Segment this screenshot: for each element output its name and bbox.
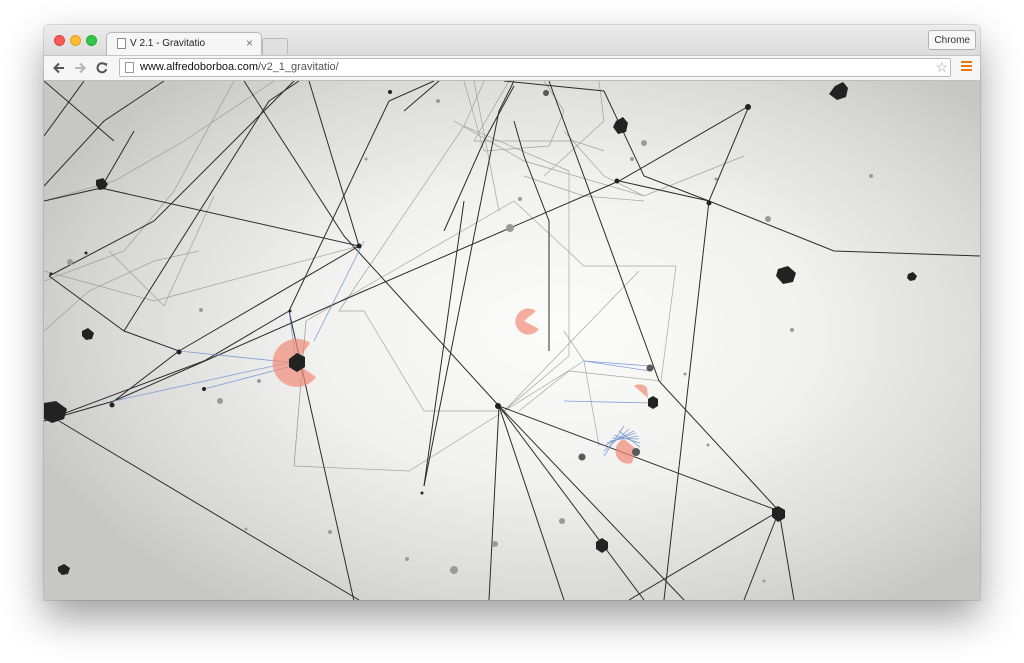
url-text: www.alfredoborboa.com/v2_1_gravitatio/ — [140, 61, 339, 73]
profile-button[interactable]: Chrome — [928, 30, 976, 50]
faint-lines — [44, 81, 745, 472]
minimize-window-button[interactable] — [70, 35, 81, 46]
network-nodes — [44, 82, 917, 575]
network-edges — [44, 81, 980, 600]
tab-active[interactable]: V 2.1 - Gravitatio × — [106, 32, 262, 56]
close-window-button[interactable] — [54, 35, 65, 46]
navigation-toolbar: www.alfredoborboa.com/v2_1_gravitatio/ ☆ — [44, 55, 980, 81]
grey-nodes — [543, 90, 654, 461]
tab-title: V 2.1 - Gravitatio — [130, 38, 206, 49]
url-host: www.alfredoborboa.com — [140, 61, 259, 73]
address-bar[interactable]: www.alfredoborboa.com/v2_1_gravitatio/ ☆ — [119, 58, 951, 77]
maximize-window-button[interactable] — [86, 35, 97, 46]
back-arrow-icon[interactable] — [51, 60, 67, 76]
new-tab-button[interactable] — [262, 38, 288, 54]
reload-icon[interactable] — [94, 60, 110, 76]
url-path: /v2_1_gravitatio/ — [258, 61, 339, 73]
bookmark-star-icon[interactable]: ☆ — [935, 60, 948, 75]
attractor-blob — [515, 308, 539, 335]
particles — [67, 90, 873, 583]
browser-window: V 2.1 - Gravitatio × Chrome www.alfredob… — [44, 25, 980, 600]
hamburger-menu-icon[interactable] — [961, 61, 972, 72]
gravitatio-canvas[interactable] — [44, 81, 980, 600]
page-document-icon — [117, 38, 126, 49]
tab-close-icon[interactable]: × — [246, 36, 253, 50]
attractor-blob — [634, 384, 648, 398]
blue-connections — [113, 240, 651, 457]
network-visualization — [44, 81, 980, 600]
title-bar: V 2.1 - Gravitatio × Chrome — [44, 25, 980, 56]
page-icon — [125, 62, 134, 73]
forward-arrow-icon[interactable] — [72, 60, 88, 76]
